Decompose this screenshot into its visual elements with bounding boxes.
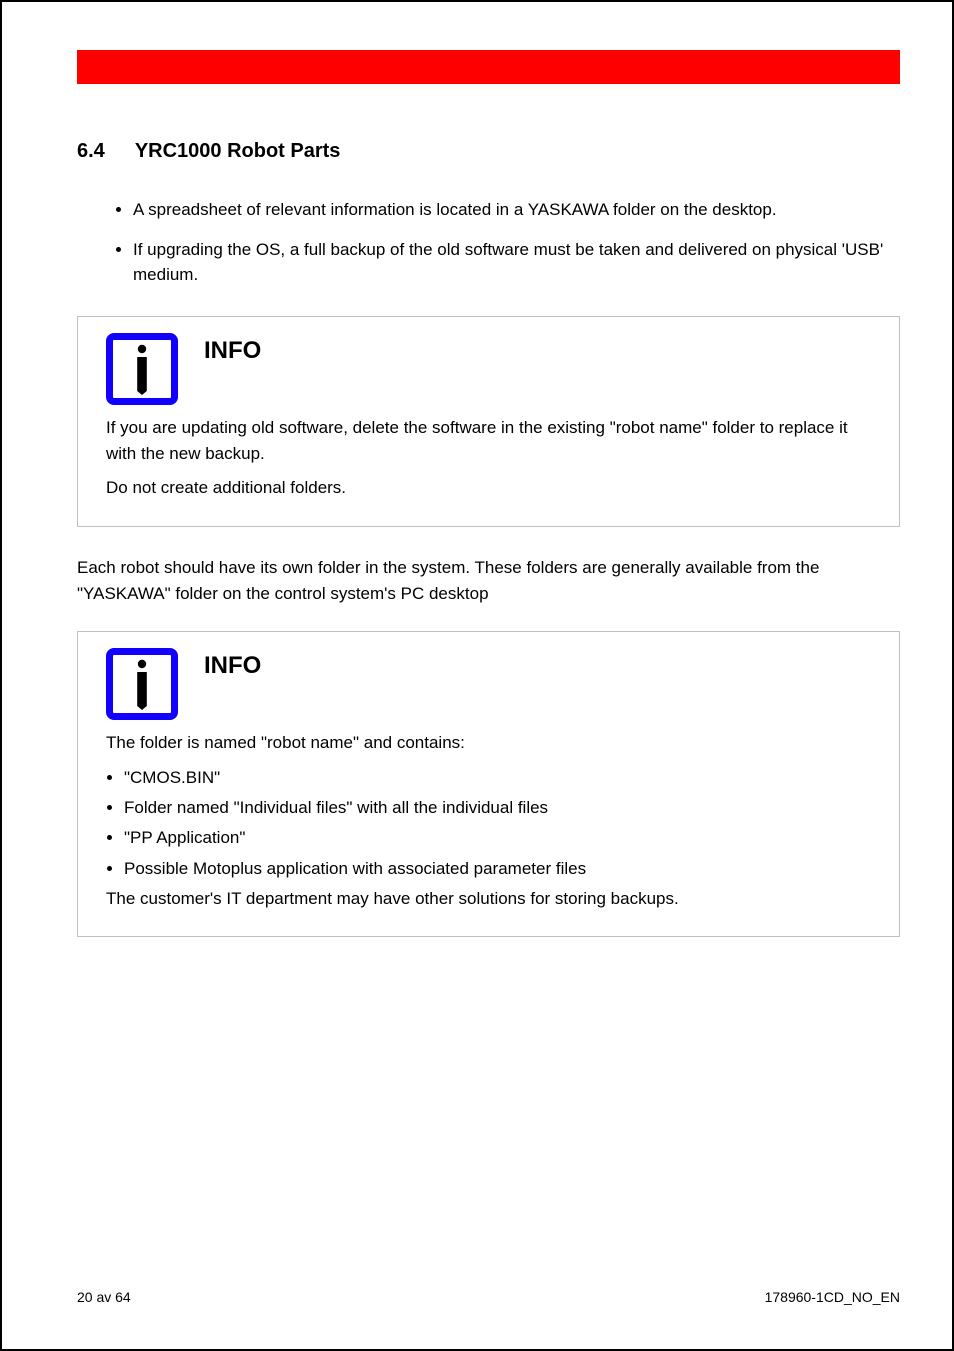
info-list-intro: The folder is named "robot name" and con… (106, 730, 871, 756)
section-title: YRC1000 Robot Parts (135, 140, 341, 163)
page-number: 20 av 64 (77, 1289, 131, 1305)
info-callout: INFO The folder is named "robot name" an… (77, 631, 900, 937)
list-item: If upgrading the OS, a full backup of th… (133, 237, 900, 288)
info-callout: INFO If you are updating old software, d… (77, 316, 900, 527)
info-paragraph: If you are updating old software, delete… (106, 415, 871, 468)
list-item: "PP Application" (124, 825, 871, 851)
info-paragraph: Do not create additional folders. (106, 475, 871, 501)
info-icon (106, 333, 178, 405)
section-heading: 6.4 YRC1000 Robot Parts (77, 140, 900, 163)
info-label: INFO (204, 333, 261, 365)
header-bar (77, 50, 900, 84)
list-item: Folder named "Individual files" with all… (124, 795, 871, 821)
page-footer: 20 av 64 178960-1CD_NO_EN (77, 1289, 900, 1305)
bullet-list: A spreadsheet of relevant information is… (133, 197, 900, 288)
info-label: INFO (204, 648, 261, 680)
list-item: Possible Motoplus application with assoc… (124, 856, 871, 882)
info-list: "CMOS.BIN" Folder named "Individual file… (124, 765, 871, 882)
section-number: 6.4 (77, 140, 105, 163)
info-icon (106, 648, 178, 720)
doc-id: 178960-1CD_NO_EN (765, 1289, 900, 1305)
info-outro: The customer's IT department may have ot… (106, 886, 871, 912)
list-item: "CMOS.BIN" (124, 765, 871, 791)
list-item: A spreadsheet of relevant information is… (133, 197, 900, 223)
body-paragraph: Each robot should have its own folder in… (77, 555, 900, 608)
